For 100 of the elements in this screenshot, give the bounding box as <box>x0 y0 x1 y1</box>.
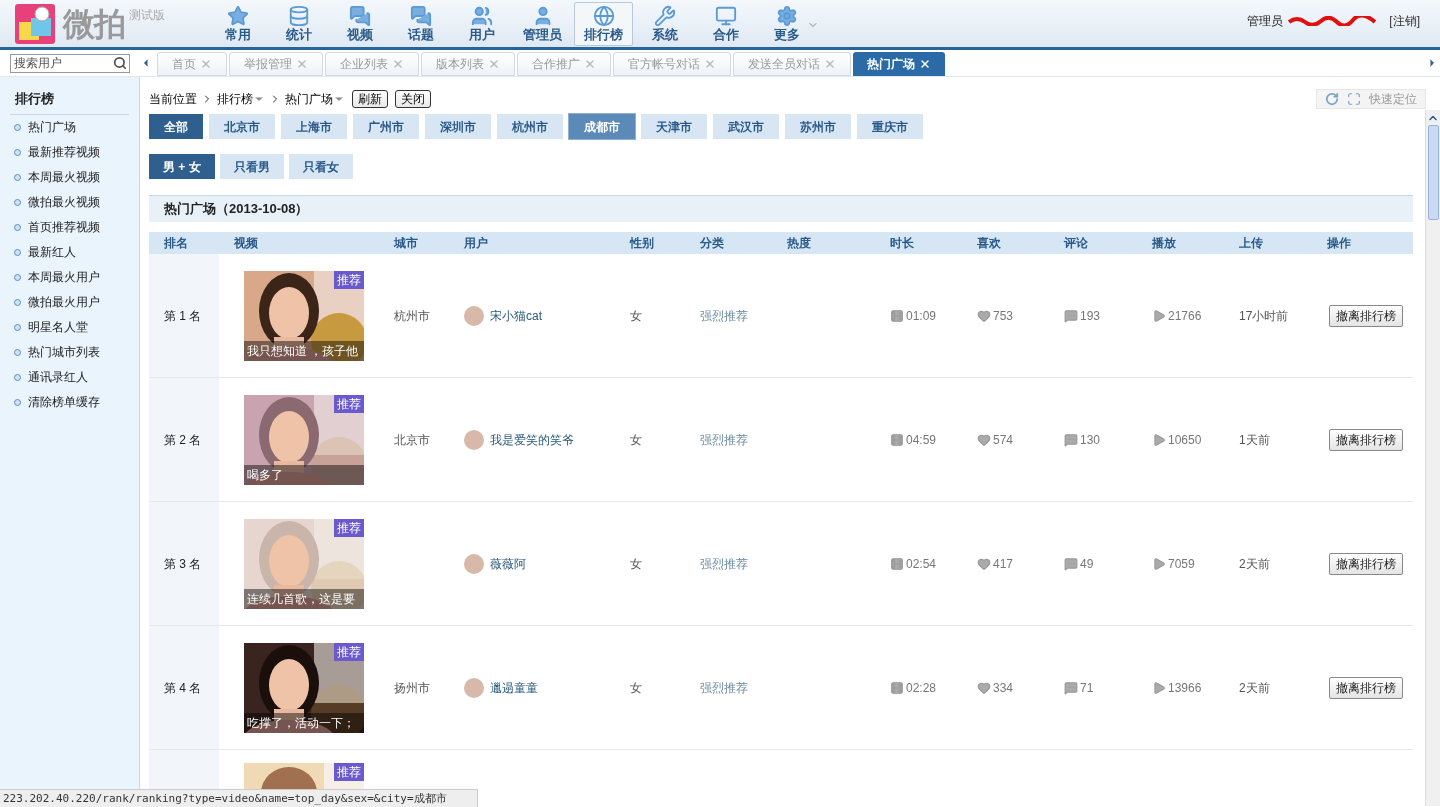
play-icon <box>1152 432 1166 447</box>
sidebar-item[interactable]: 最新红人 <box>0 239 139 265</box>
search-field[interactable]: 搜索用户 <box>10 53 130 73</box>
bullet-icon <box>14 348 21 356</box>
nav-button[interactable]: 用户 <box>452 2 511 46</box>
city-filter[interactable]: 杭州市 <box>497 114 563 139</box>
stat-value: 574 <box>993 431 1014 449</box>
recommend-badge: 推荐 <box>334 642 364 661</box>
column-header: 喜欢 <box>977 236 1001 250</box>
stat-value: 7059 <box>1168 555 1195 573</box>
play-icon <box>1152 680 1166 695</box>
city-filter[interactable]: 全部 <box>149 114 203 139</box>
bullet-icon <box>14 298 21 306</box>
comment-icon <box>1064 308 1078 323</box>
comment-icon <box>1064 432 1078 447</box>
comment-icon <box>1064 680 1078 695</box>
toolbar-button[interactable]: 刷新 <box>352 90 388 108</box>
city-filter[interactable]: 苏州市 <box>785 114 851 139</box>
sidebar-item[interactable]: 本周最火用户 <box>0 264 139 290</box>
nav-button[interactable]: 视频 <box>330 2 389 46</box>
nav-button[interactable]: 话题 <box>391 2 450 46</box>
search-icon[interactable] <box>113 55 127 70</box>
scroll-thumb[interactable] <box>1427 125 1439 220</box>
gender-text: 女 <box>630 432 642 447</box>
sidebar-item[interactable]: 通讯录红人 <box>0 364 139 390</box>
heart-icon <box>977 432 991 447</box>
nav-button[interactable]: 合作 <box>696 2 755 46</box>
city-filter[interactable]: 广州市 <box>353 114 419 139</box>
remove-button[interactable]: 撤离排行榜 <box>1329 304 1403 327</box>
film-icon <box>890 556 904 571</box>
remove-button[interactable]: 撤离排行榜 <box>1329 676 1403 699</box>
city-filter[interactable]: 重庆市 <box>857 114 923 139</box>
gender-text: 女 <box>630 680 642 695</box>
edition-label: 测试版 <box>129 7 166 24</box>
column-header: 热度 <box>787 236 811 250</box>
refresh-icon[interactable] <box>1325 92 1339 106</box>
logo-text: 微拍 <box>63 5 126 44</box>
user-avatar <box>464 429 484 450</box>
sidebar-item[interactable]: 本周最火视频 <box>0 164 139 190</box>
nav-button[interactable]: 管理员 <box>513 2 572 46</box>
column-header: 用户 <box>464 236 488 250</box>
sidebar-title: 排行榜 <box>10 89 129 115</box>
city-filter[interactable]: 天津市 <box>641 114 707 139</box>
stat-value: 04:59 <box>906 431 937 449</box>
city-filter[interactable]: 武汉市 <box>713 114 779 139</box>
upload-time: 1天前 <box>1239 432 1270 447</box>
logo-icon <box>15 4 55 44</box>
film-icon <box>890 308 904 323</box>
remove-button[interactable]: 撤离排行榜 <box>1329 428 1403 451</box>
video-caption: 我只想知道 ，孩子他 <box>244 340 364 361</box>
bullet-icon <box>14 148 21 156</box>
sidebar-item[interactable]: 清除榜单缓存 <box>0 389 139 415</box>
film-icon <box>890 680 904 695</box>
user-link[interactable]: 邋遢童童 <box>490 678 538 697</box>
video-caption: 吃撑了，活动一下； <box>244 712 364 733</box>
user-link[interactable]: 我是爱笑的笑爷 <box>490 430 574 449</box>
logout-link[interactable]: [注销] <box>1389 12 1420 30</box>
nav-button[interactable]: 更多 <box>757 2 816 46</box>
column-header: 时长 <box>890 236 914 250</box>
city-filter[interactable]: 成都市 <box>569 114 635 139</box>
bullet-icon <box>14 273 21 281</box>
column-header: 分类 <box>700 236 724 250</box>
fullscreen-icon[interactable] <box>1347 92 1361 106</box>
nav-button[interactable]: 排行榜 <box>574 2 633 46</box>
close-icon[interactable] <box>919 58 931 70</box>
scrollbar[interactable] <box>1425 110 1440 806</box>
user-link[interactable]: 薇薇阿 <box>490 554 526 573</box>
nav-button[interactable]: 常用 <box>208 2 267 46</box>
stat-value: 02:28 <box>906 679 937 697</box>
toolbar-button[interactable]: 关闭 <box>395 90 431 108</box>
nav-button[interactable]: 系统 <box>635 2 694 46</box>
sidebar-item[interactable]: 微拍最火视频 <box>0 189 139 215</box>
gender-filter[interactable]: 男 + 女 <box>149 154 215 179</box>
category-text: 强烈推荐 <box>700 556 748 571</box>
tab[interactable]: 热门广场 <box>853 52 945 76</box>
breadcrumb-link[interactable]: 热门广场 <box>285 90 345 108</box>
gender-filter[interactable]: 只看女 <box>288 154 353 179</box>
column-header: 排名 <box>164 236 188 250</box>
breadcrumb-link[interactable]: 排行榜 <box>217 90 265 108</box>
user-avatar <box>464 553 484 574</box>
gender-filter[interactable]: 只看男 <box>219 154 284 179</box>
stat-value: 10650 <box>1168 431 1202 449</box>
sidebar-item[interactable]: 热门广场 <box>0 114 139 140</box>
city-filter[interactable]: 北京市 <box>209 114 275 139</box>
sidebar-item[interactable]: 微拍最火用户 <box>0 289 139 315</box>
sidebar-item[interactable]: 热门城市列表 <box>0 339 139 365</box>
remove-button[interactable]: 撤离排行榜 <box>1329 552 1403 575</box>
user-avatar <box>464 677 484 698</box>
nav-button[interactable]: 统计 <box>269 2 328 46</box>
monitor-icon <box>714 5 737 27</box>
stat-value: 417 <box>993 555 1014 573</box>
stat-value: 753 <box>993 307 1014 325</box>
play-icon <box>1152 556 1166 571</box>
sidebar-item[interactable]: 首页推荐视频 <box>0 214 139 240</box>
sidebar-item[interactable]: 明星名人堂 <box>0 314 139 340</box>
city-filter[interactable]: 上海市 <box>281 114 347 139</box>
sidebar-item[interactable]: 最新推荐视频 <box>0 139 139 165</box>
user-link[interactable]: 宋小猫cat <box>490 306 542 325</box>
city-filter[interactable]: 深圳市 <box>425 114 491 139</box>
bullet-icon <box>14 223 21 231</box>
